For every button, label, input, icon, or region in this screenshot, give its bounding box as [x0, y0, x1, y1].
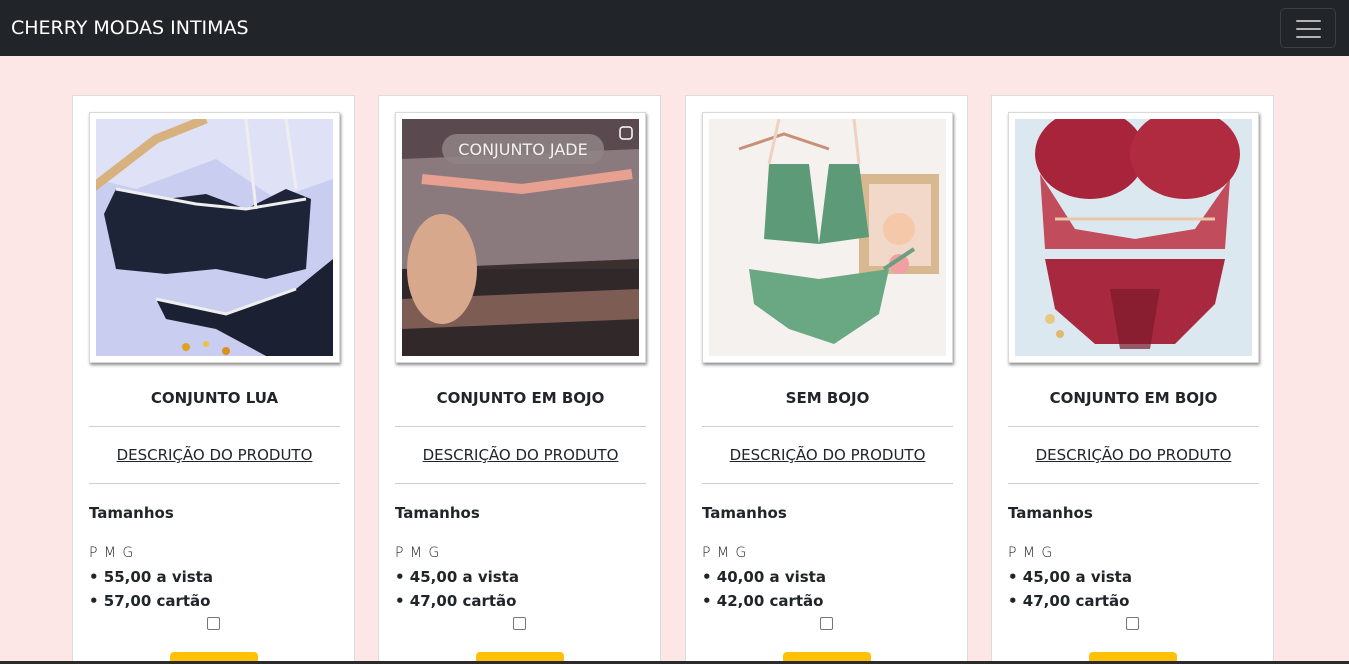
hamburger-menu-icon — [1296, 28, 1321, 30]
product-title: CONJUNTO EM BOJO — [436, 389, 605, 407]
divider — [395, 426, 646, 427]
sizes-heading: Tamanhos — [1008, 504, 1093, 522]
sizes-heading: Tamanhos — [702, 504, 787, 522]
divider — [702, 483, 953, 484]
product-photo — [702, 112, 953, 363]
product-photo — [1008, 112, 1259, 363]
product-image — [1015, 119, 1252, 356]
product-card: CONJUNTO JADE CONJUNTO EM BOJO DESCRIÇÃO… — [378, 95, 661, 664]
product-description-link[interactable]: DESCRIÇÃO DO PRODUTO — [89, 445, 340, 465]
brand-title[interactable]: CHERRY MODAS INTIMAS — [11, 16, 249, 40]
price-cash: • 55,00 a vista — [89, 568, 213, 586]
hamburger-menu-icon — [1296, 20, 1321, 22]
divider — [1008, 426, 1259, 427]
product-title: CONJUNTO LUA — [150, 389, 279, 407]
hamburger-menu-icon — [1296, 36, 1321, 38]
product-title: SEM BOJO — [785, 389, 870, 407]
divider — [89, 483, 340, 484]
navbar-toggle-button[interactable] — [1280, 8, 1336, 48]
sizes-heading: Tamanhos — [89, 504, 174, 522]
sizes-heading: Tamanhos — [395, 504, 480, 522]
divider — [702, 426, 953, 427]
product-description-link[interactable]: DESCRIÇÃO DO PRODUTO — [395, 445, 646, 465]
price-card: • 47,00 cartão — [395, 592, 517, 610]
select-checkbox[interactable] — [513, 617, 526, 630]
price-card: • 57,00 cartão — [89, 592, 211, 610]
select-checkbox[interactable] — [207, 617, 220, 630]
image-overlay-label: CONJUNTO JADE — [458, 140, 587, 159]
product-card: CONJUNTO LUA DESCRIÇÃO DO PRODUTO Tamanh… — [72, 95, 355, 664]
product-card: CONJUNTO EM BOJO DESCRIÇÃO DO PRODUTO Ta… — [991, 95, 1274, 664]
product-image: CONJUNTO JADE — [402, 119, 639, 356]
product-image — [96, 119, 333, 356]
price-cash: • 45,00 a vista — [1008, 568, 1132, 586]
divider — [89, 426, 340, 427]
product-image — [709, 119, 946, 356]
divider — [1008, 483, 1259, 484]
sizes-list: P M G — [89, 545, 135, 561]
product-photo: CONJUNTO JADE — [395, 112, 646, 363]
price-card: • 42,00 cartão — [702, 592, 824, 610]
select-checkbox[interactable] — [1126, 617, 1139, 630]
sizes-list: P M G — [395, 545, 441, 561]
product-description-link[interactable]: DESCRIÇÃO DO PRODUTO — [702, 445, 953, 465]
product-title: CONJUNTO EM BOJO — [1049, 389, 1218, 407]
product-description-link[interactable]: DESCRIÇÃO DO PRODUTO — [1008, 445, 1259, 465]
product-card: SEM BOJO DESCRIÇÃO DO PRODUTO Tamanhos P… — [685, 95, 968, 664]
price-cash: • 40,00 a vista — [702, 568, 826, 586]
price-card: • 47,00 cartão — [1008, 592, 1130, 610]
select-checkbox[interactable] — [820, 617, 833, 630]
price-cash: • 45,00 a vista — [395, 568, 519, 586]
sizes-list: P M G — [1008, 545, 1054, 561]
divider — [395, 483, 646, 484]
top-navbar: CHERRY MODAS INTIMAS — [0, 0, 1349, 56]
product-photo — [89, 112, 340, 363]
sizes-list: P M G — [702, 545, 748, 561]
